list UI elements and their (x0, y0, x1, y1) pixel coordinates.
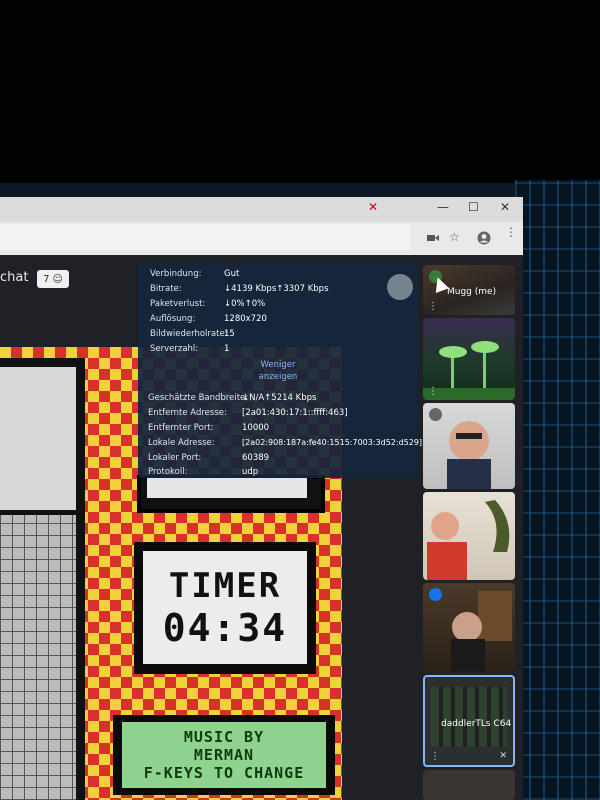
stats-value: 60389 (242, 453, 270, 463)
more-options-icon[interactable]: ⋮ (428, 302, 438, 312)
participants-badge[interactable]: 7 ☺ (37, 270, 69, 288)
minimize-icon[interactable]: — (437, 200, 449, 214)
stats-label: Lokale Adresse: (148, 438, 215, 448)
desktop-background (515, 180, 600, 800)
speaking-mic-icon (429, 588, 442, 601)
stats-value: [2a02:908:187a:fe40:1515:7003:3d52:d529] (242, 438, 423, 447)
more-options-icon[interactable]: ⋮ (430, 752, 440, 762)
connection-stats-panel: Verbindung: Gut Bitrate: ↓4139 Kbps↑3307… (138, 263, 422, 478)
stats-value: 15 (224, 329, 235, 339)
stats-label: Geschätzte Bandbreite: (148, 393, 249, 403)
music-line-1: MUSIC BY (183, 728, 265, 746)
stats-label: Lokaler Port: (148, 453, 202, 463)
stats-value: ↓4139 Kbps↑3307 Kbps (224, 284, 329, 294)
participant-video (427, 500, 510, 580)
shared-screen-thumbnail (431, 687, 507, 747)
music-line-3: F-KEYS TO CHANGE (143, 764, 305, 782)
bookmark-star-icon[interactable]: ☆ (449, 230, 463, 244)
participant-tile[interactable] (423, 492, 515, 580)
stats-value: 1280x720 (224, 314, 267, 324)
participants-count: 7 (43, 273, 50, 285)
stats-label: Paketverlust: (150, 299, 206, 309)
menu-kebab-icon[interactable]: ⋮ (505, 226, 519, 244)
participant-tile[interactable]: Mugg (me) ⋮ (423, 265, 515, 315)
music-panel: MUSIC BY MERMAN F-KEYS TO CHANGE (122, 722, 326, 788)
game-score-inner (147, 478, 307, 498)
stats-value: Gut (224, 269, 240, 279)
close-tab-icon[interactable]: ✕ (368, 200, 378, 214)
show-less-line-2: anzeigen (258, 372, 298, 382)
stats-label: Verbindung: (150, 269, 202, 279)
game-preview-box (0, 367, 76, 510)
close-window-icon[interactable]: ✕ (500, 200, 510, 214)
participant-tile[interactable]: ⋮ (423, 318, 515, 400)
participant-tile[interactable] (423, 403, 515, 489)
stats-label: Bildwiederholrate: (150, 329, 228, 339)
participant-tile[interactable] (423, 770, 515, 800)
profile-icon[interactable] (477, 230, 491, 245)
stats-value: 10000 (242, 423, 270, 433)
stats-value: 1 (224, 344, 230, 354)
stats-value: ↓0%↑0% (224, 299, 266, 309)
more-options-icon[interactable]: ⋮ (428, 387, 438, 397)
timer-panel: TIMER 04:34 (143, 551, 307, 664)
stats-value: ↓N/A↑5214 Kbps (242, 393, 317, 403)
stats-label: Entfernte Adresse: (148, 408, 227, 418)
people-icon: ☺ (52, 273, 63, 285)
audio-level-icon (429, 408, 442, 421)
show-less-link[interactable]: Weniger anzeigen (138, 359, 418, 383)
mic-muted-icon: ✕ (499, 751, 507, 761)
stats-label: Entfernter Port: (148, 423, 214, 433)
screen-bezel (0, 183, 525, 197)
maximize-icon[interactable]: ☐ (468, 200, 479, 214)
timer-title: TIMER (168, 565, 282, 606)
timer-value: 04:34 (162, 605, 288, 650)
browser-address-bar[interactable] (0, 224, 410, 250)
music-line-2: MERMAN (193, 746, 255, 764)
participant-tile[interactable] (423, 583, 515, 671)
chat-label[interactable]: chat (0, 270, 28, 285)
stats-value: [2a01:430:17:1::ffff:463] (242, 408, 348, 418)
participant-name: Mugg (me) (447, 287, 497, 297)
stats-close-icon[interactable] (387, 274, 413, 300)
participant-tile-active[interactable]: daddlerTLs C64 ⋮ ✕ (423, 675, 515, 767)
stats-label: Protokoll: (148, 467, 188, 477)
camera-icon[interactable] (426, 230, 440, 244)
screen-surround-top (0, 0, 600, 185)
stats-label: Serverzahl: (150, 344, 199, 354)
stats-label: Bitrate: (150, 284, 182, 294)
browser-chrome: ✕ — ☐ ✕ ☆ ⋮ (0, 197, 523, 256)
stats-label: Auflösung: (150, 314, 196, 324)
stats-value: udp (242, 467, 259, 477)
participant-name: daddlerTLs C64 (441, 719, 512, 729)
game-playfield-grid (0, 515, 76, 800)
show-less-line-1: Weniger (260, 360, 296, 370)
